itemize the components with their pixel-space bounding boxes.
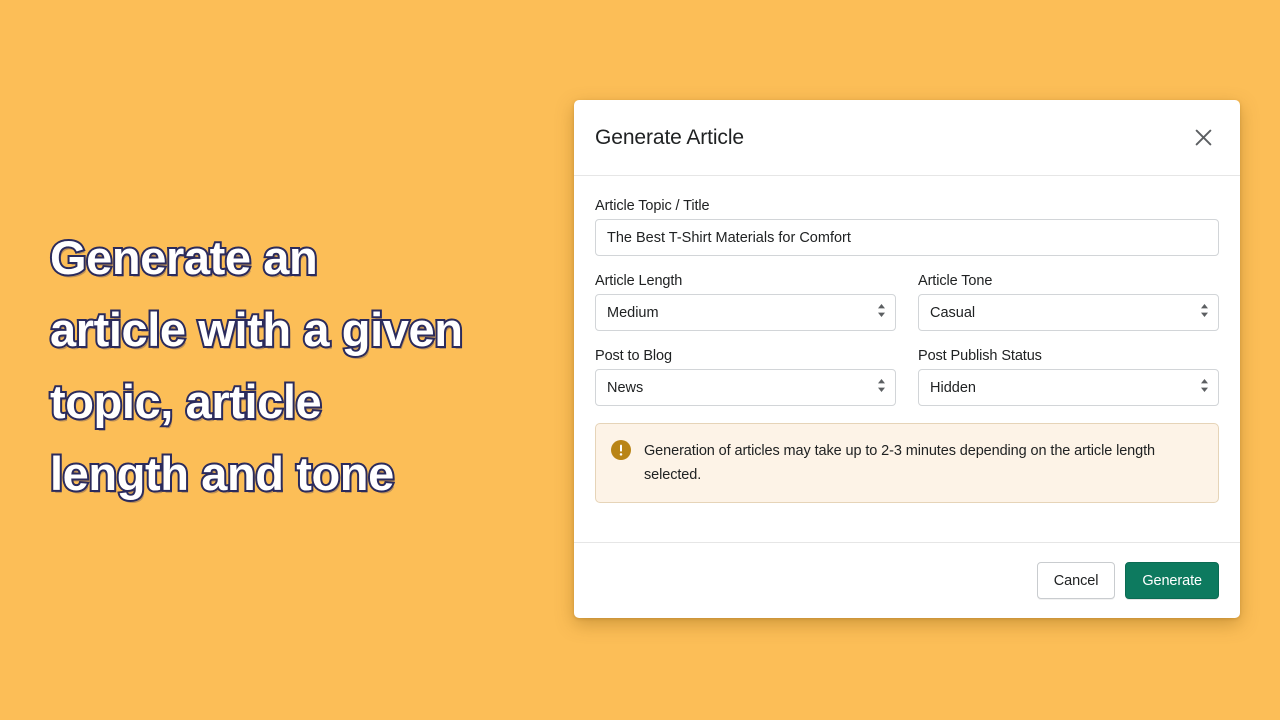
article-length-select[interactable]: Medium [595,294,896,331]
field-article-length: Article Length Medium [595,273,896,331]
post-to-blog-select[interactable]: News [595,369,896,406]
article-length-select-wrap: Medium [595,294,896,331]
modal-header: Generate Article [574,100,1240,176]
article-tone-label: Article Tone [918,273,993,289]
close-icon [1194,128,1213,147]
post-to-blog-select-wrap: News [595,369,896,406]
generate-button[interactable]: Generate [1125,562,1219,599]
modal-footer: Cancel Generate [574,542,1240,618]
field-article-tone: Article Tone Casual [918,273,1219,331]
post-to-blog-label: Post to Blog [595,348,672,364]
field-grid: Article Length Medium Article Tone Casua… [595,273,1219,406]
field-post-to-blog: Post to Blog News [595,348,896,406]
generation-time-notice: Generation of articles may take up to 2-… [595,423,1219,503]
cancel-button[interactable]: Cancel [1036,562,1116,599]
article-tone-select[interactable]: Casual [918,294,1219,331]
article-length-label: Article Length [595,273,683,289]
field-post-publish-status: Post Publish Status Hidden [918,348,1219,406]
generate-article-modal: Generate Article Article Topic / Title A… [574,100,1240,618]
modal-body: Article Topic / Title Article Length Med… [574,176,1240,542]
alert-circle-icon [611,440,631,460]
notice-text: Generation of articles may take up to 2-… [644,443,1155,483]
post-publish-status-select[interactable]: Hidden [918,369,1219,406]
article-tone-select-wrap: Casual [918,294,1219,331]
close-button[interactable] [1186,121,1220,155]
modal-title: Generate Article [595,125,744,149]
post-publish-status-label: Post Publish Status [918,348,1042,364]
article-topic-label: Article Topic / Title [595,198,710,214]
post-publish-status-select-wrap: Hidden [918,369,1219,406]
article-topic-input[interactable] [595,219,1219,256]
field-article-topic: Article Topic / Title [595,198,1219,256]
promo-heading: Generate an article with a given topic, … [48,229,465,502]
